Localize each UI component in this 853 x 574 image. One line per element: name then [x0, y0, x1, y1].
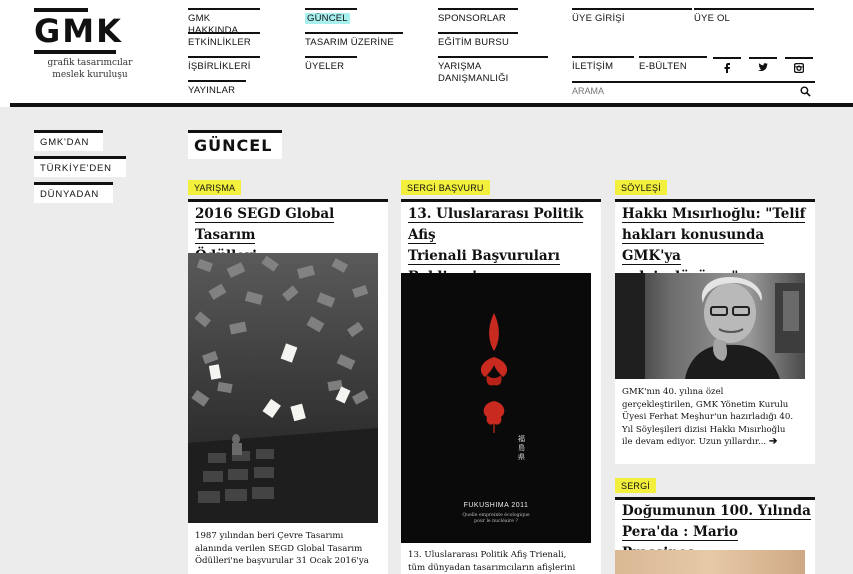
nav-yayinlar[interactable]: YAYINLAR	[188, 80, 246, 97]
instagram-icon[interactable]	[785, 57, 813, 76]
search-input[interactable]	[572, 86, 792, 96]
svg-text:pour le nucléaire ?: pour le nucléaire ?	[474, 517, 518, 524]
member-login-link[interactable]: ÜYE GİRİŞİ	[572, 8, 692, 25]
search-bar	[572, 81, 815, 99]
article-image-painting[interactable]	[615, 550, 805, 574]
facebook-icon[interactable]	[713, 57, 741, 76]
nav-tasarim-uzerine[interactable]: TASARIM ÜZERİNE	[305, 32, 403, 49]
logo-tagline-line: grafik tasarımcılar	[47, 58, 133, 68]
site-header: GMK grafik tasarımcılar meslek kuruluşu …	[0, 0, 853, 107]
logo-tagline: grafik tasarımcılar meslek kuruluşu	[30, 57, 150, 81]
nav-etkinlikler[interactable]: ETKİNLİKLER	[188, 32, 260, 49]
search-icon[interactable]	[800, 86, 811, 97]
category-badge[interactable]: SERGİ	[615, 478, 657, 493]
nav-yarisma-danismanligi[interactable]: YARIŞMA DANIŞMANLIĞI	[438, 56, 548, 85]
article-excerpt: 13. Uluslararası Politik Afiş Trienali, …	[408, 550, 576, 573]
category-rule	[188, 199, 388, 202]
nav-guncel[interactable]: GÜNCEL	[305, 8, 357, 25]
gmk-logo[interactable]: GMK grafik tasarımcılar meslek kuruluşu	[34, 8, 144, 81]
nav-sponsorlar[interactable]: SPONSORLAR	[438, 8, 518, 25]
twitter-icon[interactable]	[749, 57, 777, 74]
page-title: GÜNCEL	[188, 130, 283, 159]
read-more-arrow-icon[interactable]: ➔	[769, 436, 777, 447]
category-badge[interactable]: SÖYLEŞİ	[615, 180, 667, 195]
nav-isbirlikleri[interactable]: İŞBİRLİKLERİ	[188, 56, 260, 73]
article-image-poster[interactable]: 福 島 県 FUKUSHIMA 2011 Quelle empreinte éc…	[401, 273, 591, 543]
category-rule	[615, 199, 815, 202]
contact-link[interactable]: İLETİŞİM	[572, 56, 634, 73]
article-excerpt: GMK'nın 40. yılına özel gerçekleştirilen…	[622, 387, 794, 448]
svg-text:Quelle empreinte écologique: Quelle empreinte écologique	[462, 511, 530, 518]
become-member-link[interactable]: ÜYE OL	[694, 8, 814, 25]
category-rule	[401, 199, 601, 202]
nav-egitim-bursu[interactable]: EĞİTİM BURSU	[438, 32, 518, 49]
logo-tagline-line: meslek kuruluşu	[52, 70, 128, 80]
article-image-installation[interactable]	[188, 253, 378, 523]
logo-wordmark: GMK	[34, 12, 123, 50]
sidebar-item-dunyadan[interactable]: DÜNYADAN	[34, 182, 113, 203]
newsletter-link[interactable]: E-BÜLTEN	[639, 56, 707, 73]
article-excerpt: 1987 yılından beri Çevre Tasarımı alanın…	[195, 531, 369, 567]
article-image-portrait[interactable]	[615, 273, 805, 379]
nav-uyeler[interactable]: ÜYELER	[305, 56, 357, 73]
sidebar-item-gmkdan[interactable]: GMK'DAN	[34, 130, 103, 151]
sidebar-item-turkiyeden[interactable]: TÜRKİYE'DEN	[34, 156, 126, 177]
category-badge[interactable]: SERGİ BAŞVURU	[401, 180, 490, 195]
category-rule	[615, 497, 815, 500]
logo-bar	[34, 50, 116, 54]
svg-text:FUKUSHIMA 2011: FUKUSHIMA 2011	[464, 502, 529, 509]
category-badge[interactable]: YARIŞMA	[188, 180, 242, 195]
